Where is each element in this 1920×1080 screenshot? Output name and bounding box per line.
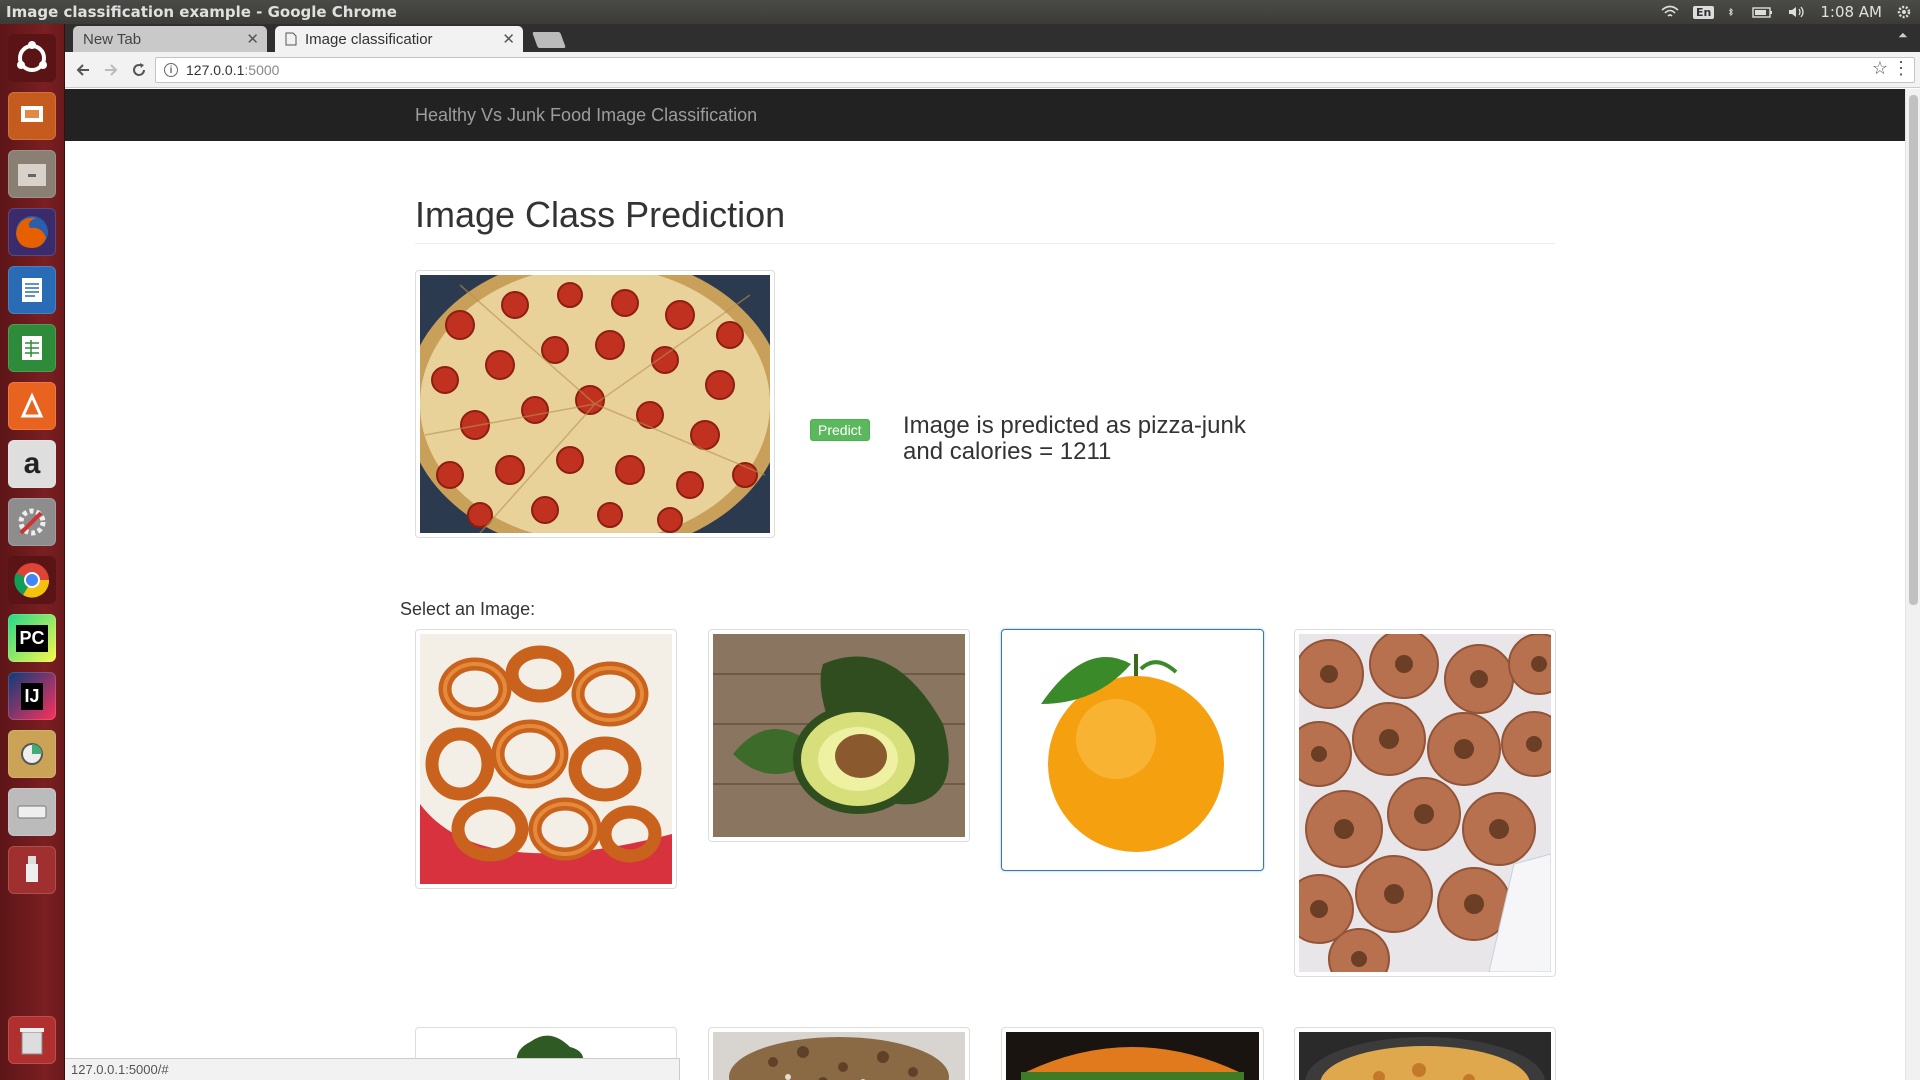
battery-icon[interactable]: [1752, 5, 1774, 19]
keyboard-layout-indicator[interactable]: En: [1692, 5, 1715, 19]
system-tray: En 1:08 AM: [1661, 0, 1912, 24]
page-title: Image Class Prediction: [415, 194, 786, 235]
system-settings-icon[interactable]: [8, 498, 56, 546]
pizza-image: [420, 275, 770, 533]
address-bar[interactable]: i 127.0.0.1:5000: [155, 57, 1915, 83]
drive-icon[interactable]: [8, 788, 56, 836]
scrollbar-thumb[interactable]: [1909, 95, 1918, 605]
web-viewport: Healthy Vs Junk Food Image Classificatio…: [65, 89, 1920, 1080]
pycharm-label: PC: [16, 624, 48, 652]
usb-icon[interactable]: [8, 846, 56, 894]
browser-menu-icon[interactable]: ⋮: [1892, 58, 1910, 79]
browser-toolbar: i 127.0.0.1:5000 ☆ ⋮: [65, 52, 1920, 88]
tab-label: Image classificatior: [305, 30, 433, 48]
bluetooth-icon[interactable]: [1728, 5, 1738, 19]
amazon-letter: a: [23, 447, 41, 480]
prediction-result: Image is predicted as pizza-junk and cal…: [903, 413, 1283, 465]
tab-label: New Tab: [83, 30, 142, 48]
new-tab-button[interactable]: [532, 32, 566, 48]
gallery-item-burger[interactable]: [1001, 1027, 1264, 1080]
back-button[interactable]: [71, 58, 95, 82]
os-top-panel: Image classification example - Google Ch…: [0, 0, 1920, 24]
tab-image-classification[interactable]: Image classificatior ✕: [275, 26, 523, 52]
window-title: Image classification example - Google Ch…: [6, 3, 397, 21]
ubuntu-dash-icon[interactable]: [8, 34, 56, 82]
granola-image: [713, 1032, 965, 1080]
chrome-icon[interactable]: [8, 556, 56, 604]
prediction-label: Image is predicted as pizza-junk: [903, 412, 1246, 439]
burger-image: [1006, 1032, 1259, 1080]
arrow-right-icon: [105, 64, 118, 76]
close-tab-icon[interactable]: ✕: [502, 30, 515, 48]
arrow-left-icon: [76, 64, 89, 76]
onion-rings-image: [420, 634, 672, 884]
software-center-icon[interactable]: [8, 382, 56, 430]
page-scrollbar[interactable]: [1905, 89, 1920, 1080]
forward-button[interactable]: [99, 58, 123, 82]
gear-icon[interactable]: [1896, 4, 1912, 20]
page-icon: [285, 32, 297, 46]
donuts-image: [1299, 634, 1551, 972]
close-tab-icon[interactable]: ✕: [246, 30, 259, 48]
clock[interactable]: 1:08 AM: [1820, 3, 1882, 21]
url-port: :5000: [244, 62, 280, 78]
avocado-image: [713, 634, 965, 837]
pycharm-icon[interactable]: PC: [8, 614, 56, 662]
browser-tab-strip: New Tab ✕ Image classificatior ✕ ⏶: [65, 24, 1920, 52]
gallery-item-onion-rings[interactable]: [415, 629, 677, 889]
gallery-item-donuts[interactable]: [1294, 629, 1556, 977]
reload-button[interactable]: [127, 58, 151, 82]
bookmark-star-icon[interactable]: ☆: [1872, 58, 1888, 79]
intellij-icon[interactable]: IJ: [8, 672, 56, 720]
window-minimize-button[interactable]: ⏶: [1898, 28, 1914, 44]
amazon-icon[interactable]: a: [8, 440, 56, 488]
preview-image: [415, 270, 775, 538]
firefox-icon[interactable]: [8, 208, 56, 256]
orange-image: [1006, 634, 1259, 866]
gallery-item-casserole[interactable]: [1294, 1027, 1556, 1080]
tab-new-tab[interactable]: New Tab ✕: [73, 26, 267, 52]
reload-icon: [133, 63, 145, 76]
url-host: 127.0.0.1: [186, 62, 245, 78]
volume-icon[interactable]: [1788, 5, 1806, 19]
intellij-label: IJ: [21, 682, 43, 710]
link-status-bubble: 127.0.0.1:5000/#: [65, 1058, 680, 1080]
app-navbar: Healthy Vs Junk Food Image Classificatio…: [65, 89, 1905, 141]
disk-usage-icon[interactable]: [8, 730, 56, 778]
unity-launcher: a PC IJ: [0, 24, 65, 1080]
wifi-icon[interactable]: [1661, 5, 1679, 19]
page-header: Image Class Prediction: [415, 194, 1555, 244]
prediction-calories: and calories = 1211: [903, 438, 1112, 465]
calc-icon[interactable]: [8, 324, 56, 372]
casserole-image: [1299, 1032, 1551, 1080]
select-image-label: Select an Image:: [400, 599, 536, 619]
trash-icon[interactable]: [8, 1016, 56, 1064]
files-icon[interactable]: [8, 150, 56, 198]
predict-button[interactable]: Predict: [810, 419, 870, 441]
gallery-item-avocado[interactable]: [708, 629, 970, 842]
gallery-item-orange[interactable]: [1001, 629, 1264, 871]
writer-icon[interactable]: [8, 266, 56, 314]
info-icon[interactable]: i: [164, 63, 178, 77]
navbar-brand[interactable]: Healthy Vs Junk Food Image Classificatio…: [415, 105, 757, 126]
impress-icon[interactable]: [8, 92, 56, 140]
gallery-item-granola[interactable]: [708, 1027, 970, 1080]
